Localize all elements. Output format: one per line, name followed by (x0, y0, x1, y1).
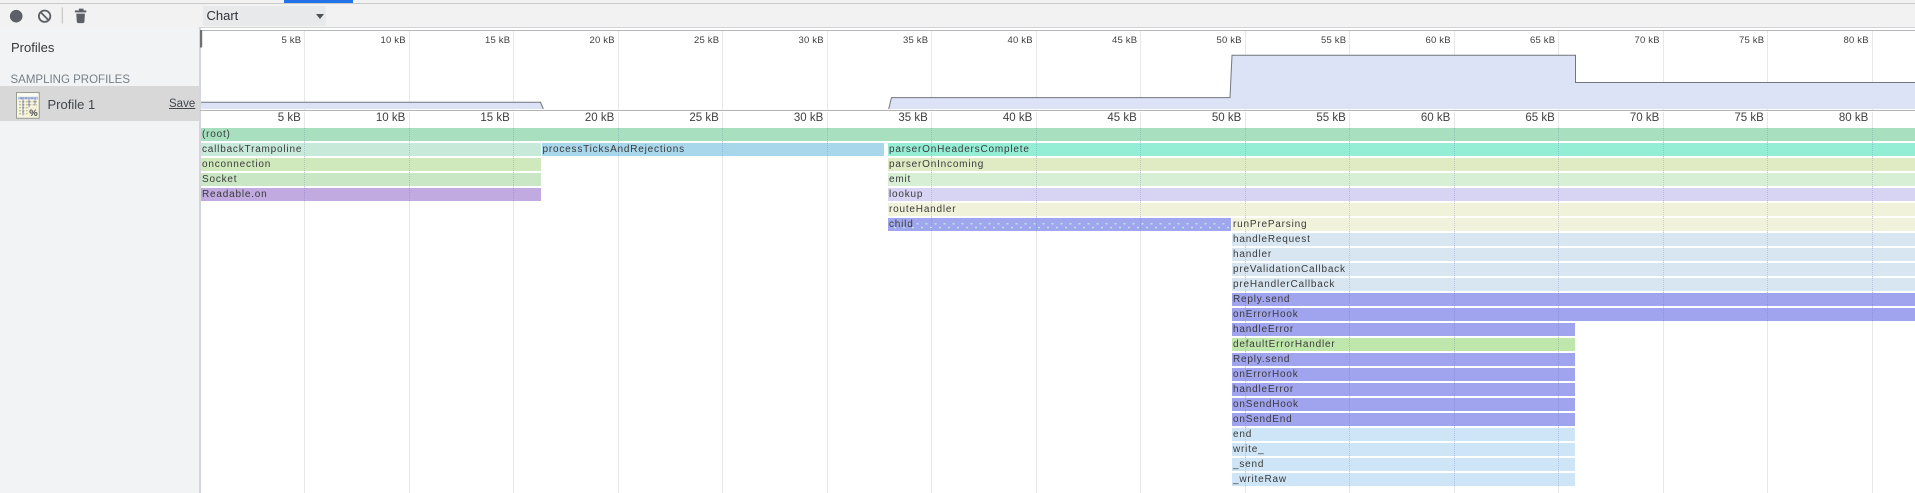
svg-text:%: % (29, 108, 38, 119)
